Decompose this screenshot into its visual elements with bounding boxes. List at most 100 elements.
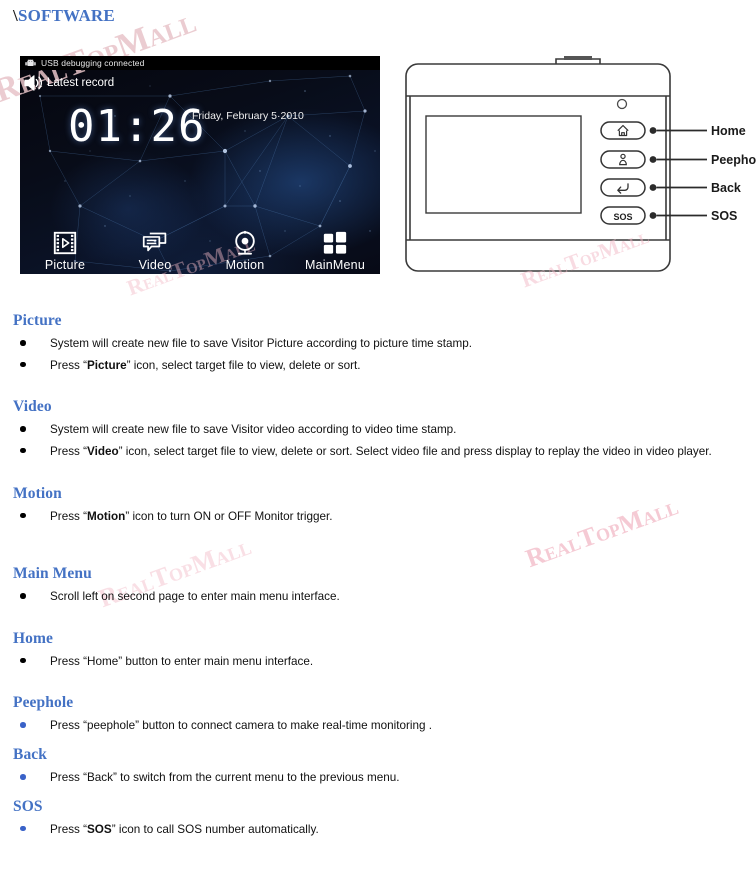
device-diagram: Home Peephole Back SO (396, 54, 756, 284)
bullet-item: Scroll left on second page to enter main… (0, 586, 756, 608)
section-heading: Main Menu (13, 565, 92, 583)
section-main-menu: Main Menu Scroll left on second page to e… (0, 565, 756, 608)
page-title: \SOFTWARE (13, 6, 115, 26)
page-title-text: SOFTWARE (17, 6, 115, 25)
bullet-dot (20, 657, 26, 664)
dock-item-mainmenu[interactable]: MainMenu (290, 230, 380, 272)
bullet-text: ” icon, select target file to view, dele… (118, 444, 712, 458)
bullet-dot (20, 722, 26, 728)
bullet-item: Press “SOS” icon to call SOS number auto… (0, 819, 756, 841)
dock-label-mainmenu: MainMenu (305, 258, 365, 272)
bullet-dot (20, 426, 26, 432)
section-heading: Back (13, 746, 47, 764)
bullet-text: ” icon to call SOS number automatically. (111, 822, 319, 836)
button-back: Back (600, 178, 741, 197)
bullet-text: Press “ (50, 822, 88, 836)
speaker-icon (24, 75, 43, 91)
bullet-item: Press “Motion” icon to turn ON or OFF Mo… (0, 506, 756, 528)
bullet-list: System will create new file to save Visi… (0, 333, 756, 376)
bullet-text: ” icon, select target file to view, dele… (126, 358, 361, 372)
bullet-dot (20, 512, 26, 519)
android-bug-icon (25, 59, 36, 66)
home-dock: Picture Video Motion MainMenu (20, 230, 380, 272)
section-heading: Peephole (13, 694, 74, 712)
section-heading: Home (13, 629, 53, 647)
section-peephole: Peephole Press “peephole” button to conne… (0, 694, 756, 737)
bullet-list: Press “SOS” icon to call SOS number auto… (0, 819, 756, 841)
indicator-led (616, 98, 628, 110)
bullet-text: ” icon to turn ON or OFF Monitor trigger… (125, 509, 333, 523)
section-home: Home Press “Home” button to enter main me… (0, 630, 756, 673)
lcd-screen (425, 115, 582, 214)
bullet-item: System will create new file to save Visi… (0, 419, 756, 441)
dock-item-video[interactable]: Video (110, 230, 200, 272)
section-back: Back Press “Back” to switch from the curr… (0, 746, 756, 789)
bullet-list: Press “Home” button to enter main menu i… (0, 651, 756, 673)
callout-dot-sos (649, 212, 657, 219)
bullet-item: Press “peephole” button to connect camer… (0, 715, 756, 737)
section-heading: SOS (13, 797, 43, 815)
section-picture: Picture System will create new file to sa… (0, 312, 756, 376)
callout-dot-back (649, 184, 657, 191)
bullet-text: Press “ (50, 444, 88, 458)
sos-button-text: SOS (613, 212, 632, 222)
home-icon (617, 124, 629, 137)
section-motion: Motion Press “Motion” icon to turn ON or … (0, 485, 756, 528)
bullet-dot (20, 361, 26, 368)
bullet-text: Press “ (50, 358, 88, 372)
peephole-icon (619, 153, 627, 166)
bullet-text: Press “Back” to switch from the current … (50, 771, 400, 785)
document-sections: Picture System will create new file to sa… (0, 312, 756, 840)
dock-item-picture[interactable]: Picture (20, 230, 110, 272)
bullet-dot (20, 825, 26, 832)
callout-label-back: Back (711, 181, 741, 195)
bullet-dot (20, 340, 26, 346)
section-heading: Motion (13, 484, 62, 502)
callout-label-home: Home (711, 124, 746, 138)
section-heading: Picture (13, 312, 62, 329)
bullet-item: Press “Back” to switch from the current … (0, 767, 756, 789)
section-heading: Video (13, 398, 52, 416)
bullet-text: Press “Home” button to enter main menu i… (50, 654, 314, 668)
film-strip-icon (53, 231, 77, 255)
callout-dot-peephole (649, 156, 657, 163)
clock-time: 01:26 (68, 101, 206, 152)
bullet-emphasis: Picture (87, 358, 127, 372)
bullet-list: Press “Motion” icon to turn ON or OFF Mo… (0, 506, 756, 528)
bullet-text: System will create new file to save Visi… (50, 337, 472, 350)
back-arrow-icon (617, 183, 629, 194)
section-video: Video System will create new file to save… (0, 398, 756, 462)
bullet-item: Press “Video” icon, select target file t… (0, 441, 756, 463)
dock-label-picture: Picture (44, 258, 86, 272)
bullet-emphasis: Motion (87, 509, 126, 523)
dock-label-motion: Motion (225, 258, 265, 272)
webcam-icon (235, 230, 255, 255)
speech-bubble-icon (142, 232, 167, 252)
bullet-dot (20, 774, 26, 780)
button-home: Home (600, 121, 746, 140)
bullet-dot (20, 593, 26, 599)
dock-item-motion[interactable]: Motion (200, 230, 290, 272)
bullet-list: Scroll left on second page to enter main… (0, 586, 756, 608)
device-screenshot: USB debugging connected Latest record 01… (20, 56, 380, 274)
bullet-text: Press “ (50, 509, 88, 523)
dock-label-video: Video (138, 258, 172, 272)
bullet-list: System will create new file to save Visi… (0, 419, 756, 462)
section-sos: SOS Press “SOS” icon to call SOS number a… (0, 798, 756, 841)
callout-label-peephole: Peephole (711, 153, 756, 167)
bullet-emphasis: SOS (87, 822, 112, 836)
button-peephole: Peephole (600, 150, 756, 169)
bullet-list: Press “Back” to switch from the current … (0, 767, 756, 789)
speaker-slot (564, 56, 592, 60)
callout-label-sos: SOS (711, 209, 737, 223)
bullet-text: Scroll left on second page to enter main… (50, 590, 340, 604)
latest-record-notification: Latest record (23, 73, 114, 93)
bullet-emphasis: Video (87, 444, 119, 458)
clock-date: Friday, February 5·2010 (192, 110, 304, 122)
